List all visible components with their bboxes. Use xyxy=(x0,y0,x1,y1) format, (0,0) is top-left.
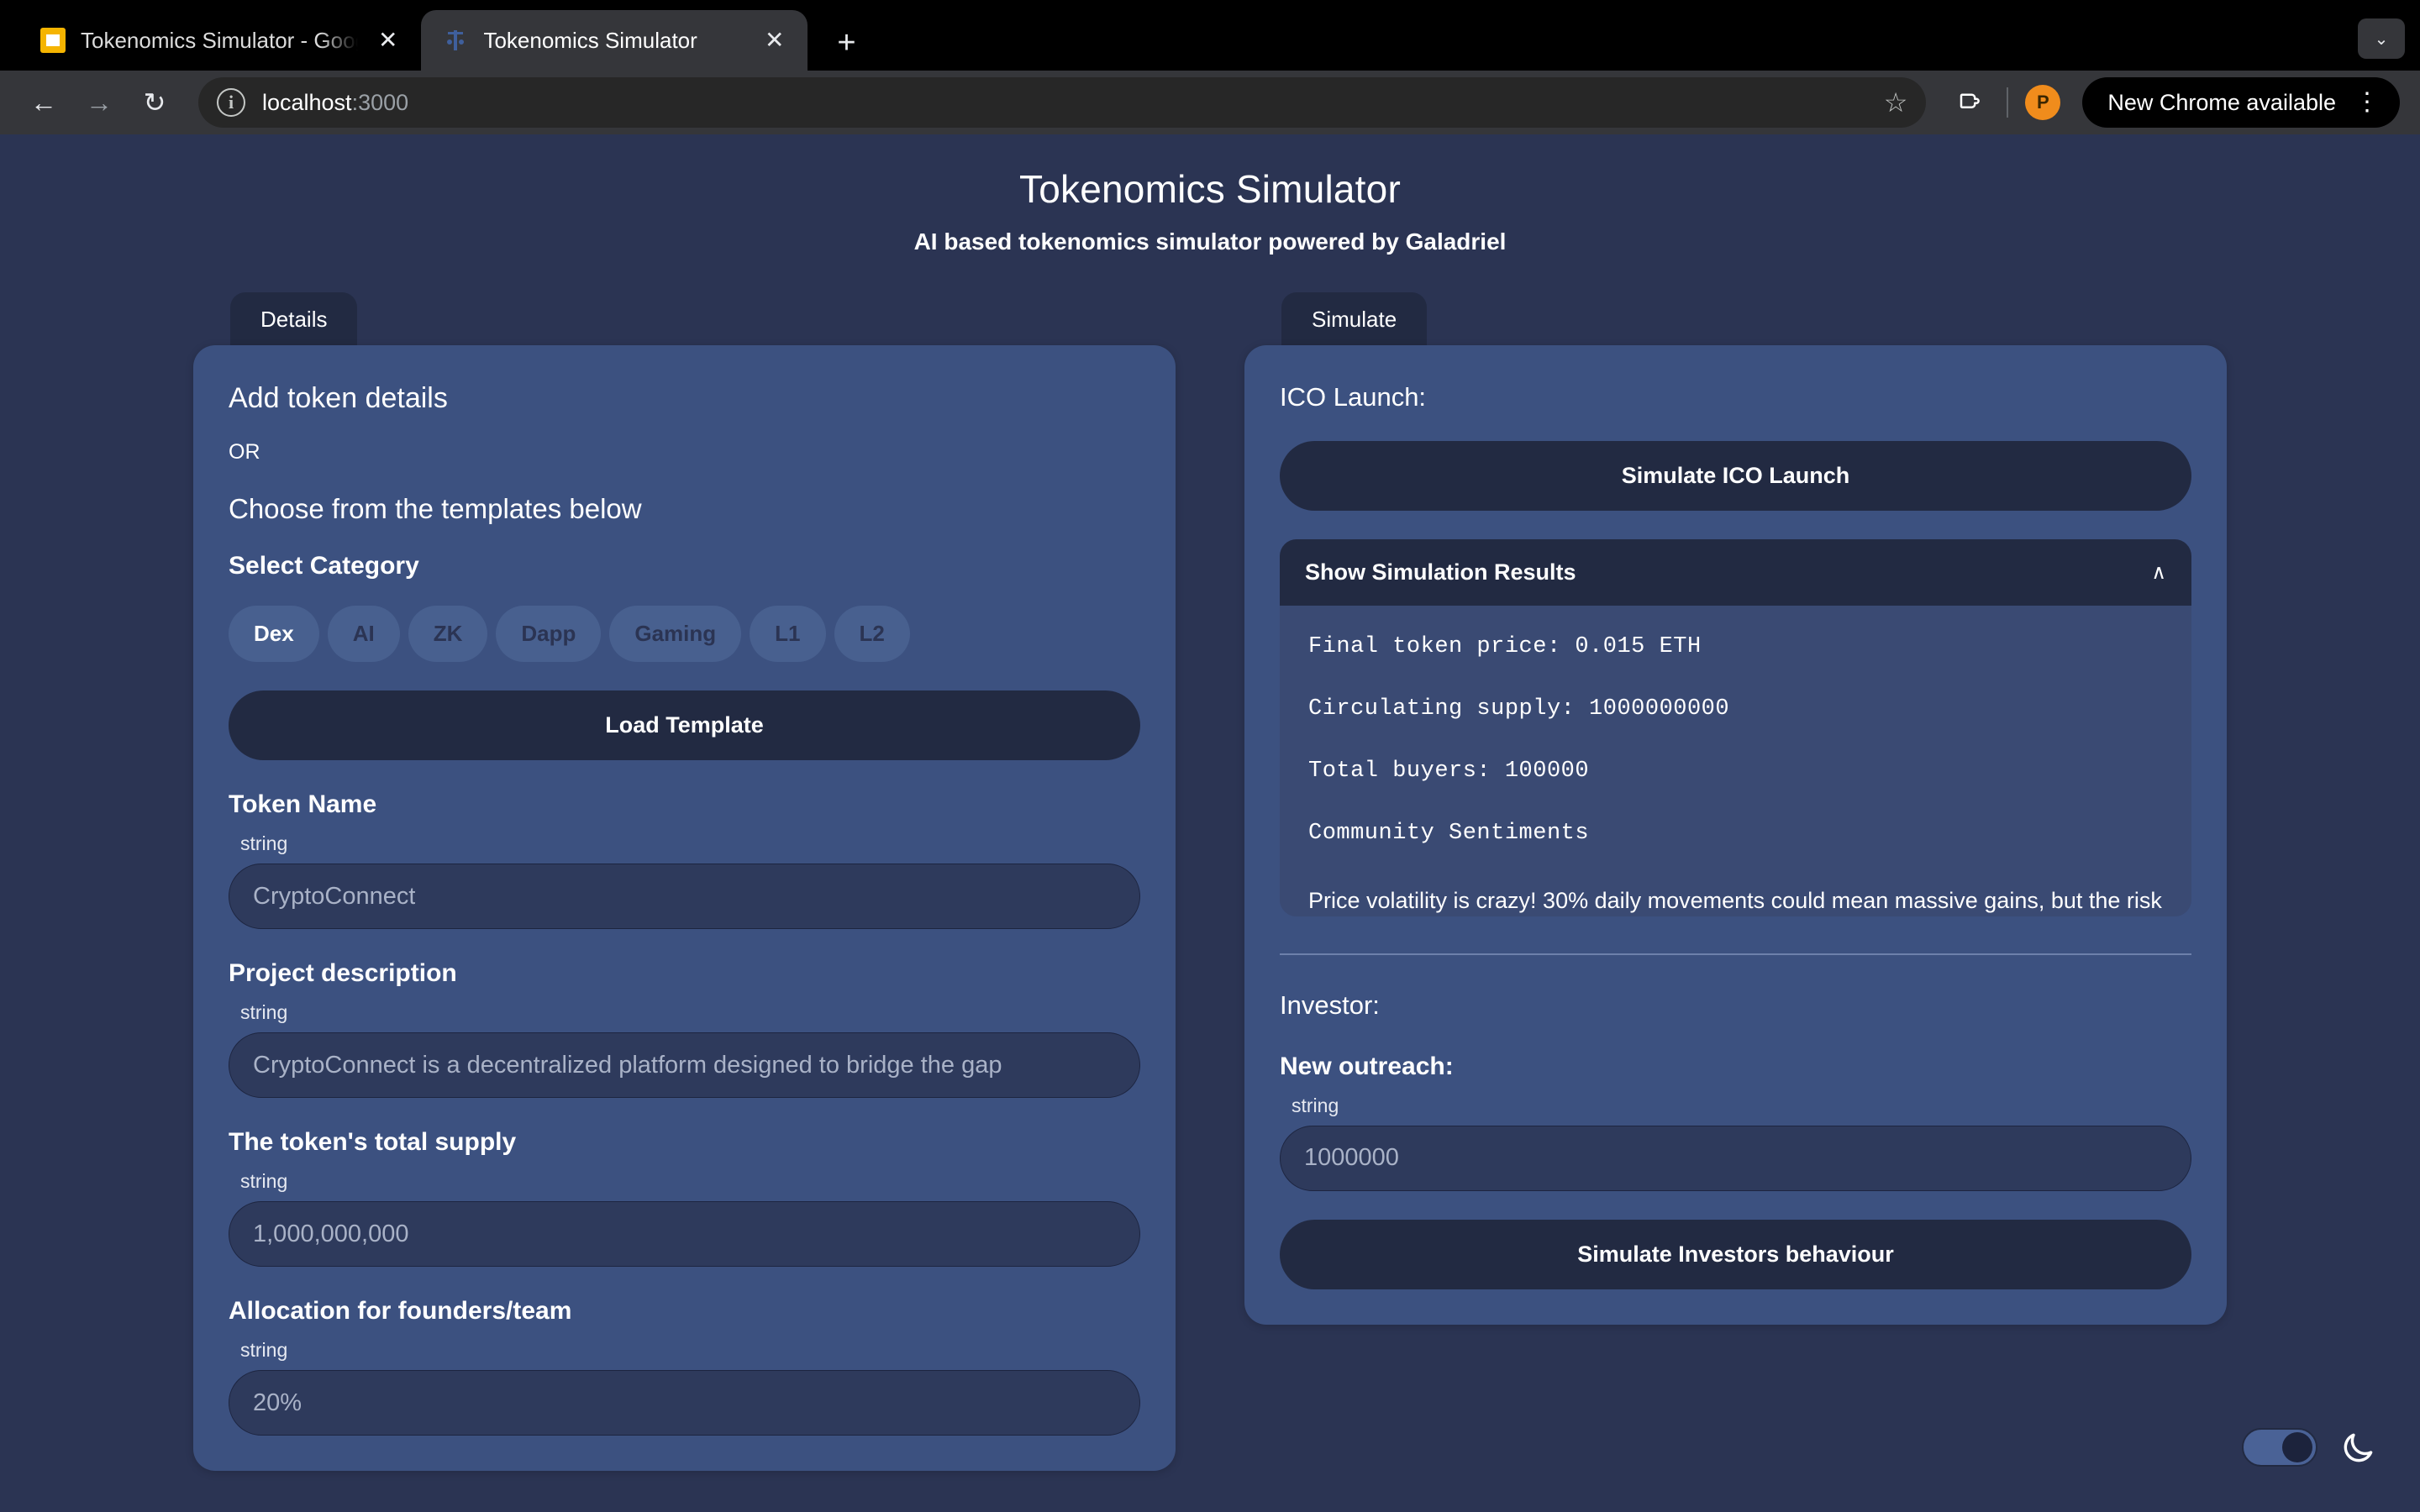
token-name-input[interactable]: CryptoConnect xyxy=(229,864,1140,929)
address-bar[interactable]: i localhost:3000 ☆ xyxy=(198,77,1927,128)
token-name-value: CryptoConnect xyxy=(253,882,416,910)
investor-label: Investor: xyxy=(1280,990,1380,1020)
site-info-icon[interactable]: i xyxy=(217,88,245,117)
browser-tab-tokenomics-simulator[interactable]: Tokenomics Simulator ✕ xyxy=(421,10,808,71)
load-template-button[interactable]: Load Template xyxy=(229,690,1140,760)
category-pill-ai[interactable]: AI xyxy=(327,606,400,662)
forward-icon[interactable]: → xyxy=(76,79,123,126)
project-description-input[interactable]: CryptoConnect is a decentralized platfor… xyxy=(229,1032,1140,1098)
main-columns: Details Add token details OR Choose from… xyxy=(0,292,2420,1471)
app-root: Tokenomics Simulator AI based tokenomics… xyxy=(0,134,2420,1497)
total-supply-type: string xyxy=(240,1170,288,1192)
close-icon[interactable]: ✕ xyxy=(760,29,789,52)
avatar[interactable]: P xyxy=(2025,85,2061,120)
project-description-value: CryptoConnect is a decentralized platfor… xyxy=(253,1051,1002,1079)
browser-toolbar: ← → ↻ i localhost:3000 ☆ P New Chrome av… xyxy=(0,71,2420,134)
result-line-community-sentiments: Community Sentiments xyxy=(1308,821,1590,846)
ico-launch-label: ICO Launch: xyxy=(1280,382,1427,412)
simulate-ico-launch-button[interactable]: Simulate ICO Launch xyxy=(1280,441,2191,511)
simulation-results-body: Final token price: 0.015 ETH Circulating… xyxy=(1280,606,2191,916)
project-description-label: Project description xyxy=(229,959,457,987)
browser-tab-google-search[interactable]: Tokenomics Simulator - Google Search ✕ xyxy=(18,10,422,71)
new-outreach-value: 1000000 xyxy=(1304,1144,1399,1171)
category-pill-group: Dex AI ZK Dapp Gaming L1 L2 xyxy=(229,606,1140,662)
simulation-results-accordion: Show Simulation Results ∧ Final token pr… xyxy=(1280,539,2191,916)
browser-menu-icon[interactable]: ⋮ xyxy=(2354,90,2380,115)
founders-allocation-value: 20% xyxy=(253,1389,302,1416)
new-outreach-type: string xyxy=(1292,1094,1339,1116)
founders-allocation-label: Allocation for founders/team xyxy=(229,1297,572,1325)
page-subtitle: AI based tokenomics simulator powered by… xyxy=(913,228,1507,255)
url-host: localhost xyxy=(262,89,352,115)
category-pill-l1[interactable]: L1 xyxy=(750,606,826,662)
simulate-card: ICO Launch: Simulate ICO Launch Show Sim… xyxy=(1244,345,2227,1325)
category-pill-dex[interactable]: Dex xyxy=(229,606,319,662)
category-pill-dapp[interactable]: Dapp xyxy=(496,606,602,662)
details-column: Details Add token details OR Choose from… xyxy=(193,292,1176,1471)
founders-allocation-input[interactable]: 20% xyxy=(229,1370,1140,1436)
new-outreach-label: New outreach: xyxy=(1280,1052,1454,1080)
section-divider xyxy=(1280,953,2191,955)
category-pill-gaming[interactable]: Gaming xyxy=(609,606,742,662)
tab-strip: Tokenomics Simulator - Google Search ✕ T… xyxy=(0,0,2420,71)
or-separator-label: OR xyxy=(229,440,260,464)
url-text: localhost:3000 xyxy=(262,90,1909,116)
category-pill-zk[interactable]: ZK xyxy=(408,606,488,662)
browser-chrome: Tokenomics Simulator - Google Search ✕ T… xyxy=(0,0,2420,134)
result-line-final-price: Final token price: 0.015 ETH xyxy=(1308,634,1702,659)
sentiment-paragraph: Price volatility is crazy! 30% daily mov… xyxy=(1308,888,2162,913)
result-line-total-buyers: Total buyers: 100000 xyxy=(1308,759,1590,784)
select-category-label: Select Category xyxy=(229,552,419,580)
choose-template-heading: Choose from the templates below xyxy=(229,493,642,524)
close-icon[interactable]: ✕ xyxy=(373,29,402,52)
page-title: Tokenomics Simulator xyxy=(1019,167,1401,211)
moon-icon xyxy=(2339,1429,2376,1466)
simulate-column: Simulate ICO Launch: Simulate ICO Launch… xyxy=(1244,292,2227,1325)
vite-icon xyxy=(443,28,468,53)
simulate-investors-button[interactable]: Simulate Investors behaviour xyxy=(1280,1219,2191,1289)
token-name-type: string xyxy=(240,832,288,854)
chrome-update-button[interactable]: New Chrome available ⋮ xyxy=(2082,77,2400,128)
tab-title: Tokenomics Simulator - Google Search xyxy=(81,27,358,53)
tab-simulate[interactable]: Simulate xyxy=(1281,292,1428,346)
project-description-type: string xyxy=(240,1001,288,1023)
token-name-label: Token Name xyxy=(229,790,377,818)
new-outreach-input[interactable]: 1000000 xyxy=(1280,1125,2191,1191)
total-supply-label: The token's total supply xyxy=(229,1128,517,1156)
url-port: :3000 xyxy=(351,89,409,115)
reload-icon[interactable]: ↻ xyxy=(131,79,178,126)
simulation-results-title: Show Simulation Results xyxy=(1305,559,1576,585)
toggle-knob xyxy=(2282,1432,2312,1462)
category-pill-l2[interactable]: L2 xyxy=(834,606,910,662)
chevron-up-icon[interactable]: ∧ xyxy=(2151,562,2166,583)
tab-title: Tokenomics Simulator xyxy=(483,27,697,53)
extensions-icon[interactable] xyxy=(1949,87,1990,118)
tab-details[interactable]: Details xyxy=(230,292,358,346)
back-icon[interactable]: ← xyxy=(20,79,67,126)
theme-toggle-group xyxy=(2242,1428,2376,1467)
dark-mode-toggle[interactable] xyxy=(2242,1428,2317,1467)
founders-allocation-type: string xyxy=(240,1339,288,1361)
total-supply-input[interactable]: 1,000,000,000 xyxy=(229,1201,1140,1267)
result-line-circulating-supply: Circulating supply: 1000000000 xyxy=(1308,696,1730,722)
simulation-results-header[interactable]: Show Simulation Results ∧ xyxy=(1280,539,2191,606)
add-token-details-heading: Add token details xyxy=(229,382,448,414)
bookmark-star-icon[interactable]: ☆ xyxy=(1884,89,1908,116)
toolbar-divider xyxy=(2007,87,2009,118)
chrome-update-label: New Chrome available xyxy=(2107,89,2336,115)
google-doc-icon xyxy=(40,28,66,53)
total-supply-value: 1,000,000,000 xyxy=(253,1220,409,1247)
details-card: Add token details OR Choose from the tem… xyxy=(193,345,1176,1471)
tab-search-chevron-down-icon[interactable]: ⌄ xyxy=(2358,18,2405,59)
new-tab-button[interactable]: + xyxy=(826,27,866,59)
